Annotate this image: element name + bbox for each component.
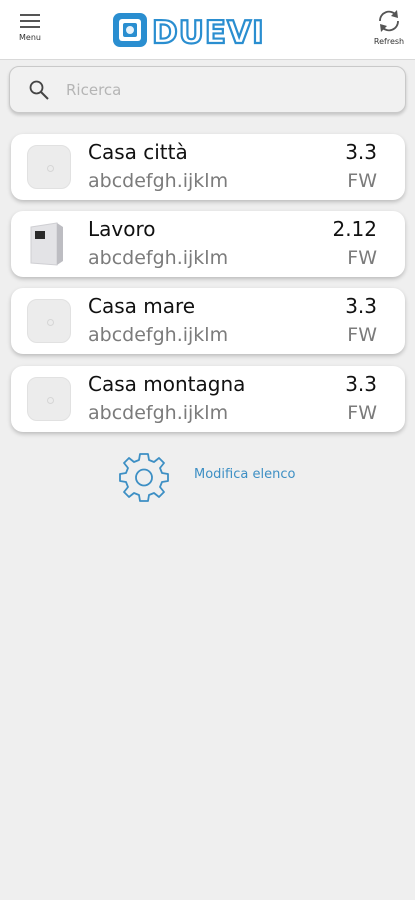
device-version: 3.3 (345, 372, 377, 396)
gear-icon (119, 453, 169, 502)
edit-list-button[interactable]: Modifica elenco (118, 451, 318, 503)
edit-list-label: Modifica elenco (194, 467, 296, 482)
device-thumb-generic (27, 145, 71, 189)
device-serial: abcdefgh.ijklm (88, 247, 229, 269)
device-serial: abcdefgh.ijklm (88, 402, 229, 424)
device-name: Casa mare (88, 294, 196, 318)
duevi-logo: DUEVI (110, 8, 310, 52)
device-thumb-panel (28, 220, 66, 268)
fw-label: FW (347, 402, 377, 424)
device-serial: abcdefgh.ijklm (88, 324, 229, 346)
menu-label: Menu (19, 33, 41, 42)
device-version: 3.3 (345, 140, 377, 164)
refresh-label: Refresh (373, 37, 405, 46)
device-name: Casa città (88, 140, 188, 164)
device-card[interactable]: Lavoro abcdefgh.ijklm 2.12 FW (11, 211, 405, 277)
fw-label: FW (347, 170, 377, 192)
device-card[interactable]: Casa montagna abcdefgh.ijklm 3.3 FW (11, 366, 405, 432)
search-input[interactable] (66, 75, 386, 105)
device-name: Lavoro (88, 217, 156, 241)
device-serial: abcdefgh.ijklm (88, 170, 229, 192)
device-card[interactable]: Casa mare abcdefgh.ijklm 3.3 FW (11, 288, 405, 354)
device-thumb-generic (27, 299, 71, 343)
refresh-button[interactable]: Refresh (367, 8, 411, 54)
search-bar[interactable] (9, 66, 406, 113)
device-version: 3.3 (345, 294, 377, 318)
hamburger-icon (20, 14, 40, 28)
menu-button[interactable]: Menu (10, 12, 50, 54)
fw-label: FW (347, 324, 377, 346)
refresh-icon (379, 10, 399, 32)
search-icon (29, 80, 49, 100)
fw-label: FW (347, 247, 377, 269)
app-header: Menu DUEVI Refresh (0, 0, 415, 60)
device-thumb-generic (27, 377, 71, 421)
device-version: 2.12 (332, 217, 377, 241)
device-card[interactable]: Casa città abcdefgh.ijklm 3.3 FW (11, 134, 405, 200)
device-name: Casa montagna (88, 372, 246, 396)
logo-text: DUEVI (152, 15, 265, 51)
